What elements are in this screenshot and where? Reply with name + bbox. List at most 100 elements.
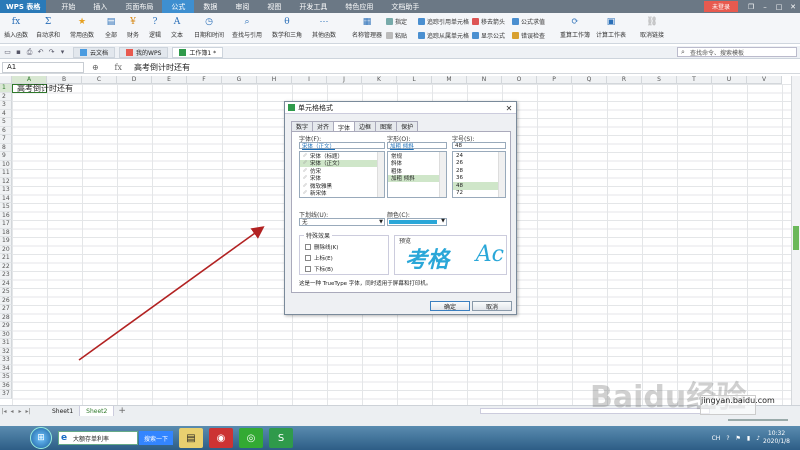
ie-searchbar[interactable]: e 大额存单利率 搜索一下: [58, 428, 174, 448]
row-header[interactable]: 31: [0, 339, 12, 348]
all-functions-button[interactable]: ▤ 全部: [104, 15, 118, 40]
column-header[interactable]: Q: [572, 76, 607, 84]
first-sheet-icon[interactable]: |◂: [0, 408, 8, 415]
column-header[interactable]: B: [47, 76, 82, 84]
menu-tab[interactable]: 审阅: [226, 0, 258, 13]
column-header[interactable]: N: [467, 76, 502, 84]
next-sheet-icon[interactable]: ▸: [16, 408, 24, 415]
menu-tab[interactable]: 数据: [194, 0, 226, 13]
wps-logo[interactable]: WPS 表格: [0, 0, 47, 13]
column-header[interactable]: P: [537, 76, 572, 84]
menu-tab[interactable]: 公式: [162, 0, 195, 13]
font-name-field[interactable]: 宋体（正文）: [299, 142, 385, 150]
formula-input[interactable]: 高考倒计时还有: [134, 62, 190, 73]
menu-tab[interactable]: 文档助手: [382, 0, 428, 13]
row-header[interactable]: 18: [0, 228, 12, 237]
start-button[interactable]: ⊞: [30, 427, 52, 449]
row-header[interactable]: 12: [0, 177, 12, 186]
row-header[interactable]: 3: [0, 101, 12, 110]
row-header[interactable]: 32: [0, 347, 12, 356]
column-header[interactable]: U: [712, 76, 747, 84]
tab-my-wps[interactable]: 我的WPS: [119, 46, 169, 58]
row-header[interactable]: 37: [0, 390, 12, 399]
name-box[interactable]: A1: [2, 61, 84, 73]
insert-function-button[interactable]: fx 插入函数: [4, 15, 28, 40]
tab-cloud-docs[interactable]: 云文档: [73, 46, 116, 58]
datetime-button[interactable]: ◷ 日期和时间: [194, 15, 224, 40]
lookup-button[interactable]: ⌕ 查找与引用: [232, 15, 262, 40]
row-header[interactable]: 28: [0, 313, 12, 322]
help-icon[interactable]: ?: [726, 435, 729, 442]
column-header[interactable]: I: [292, 76, 327, 84]
superscript-checkbox[interactable]: 上标(E): [305, 254, 333, 262]
row-header[interactable]: 23: [0, 271, 12, 280]
cancel-button[interactable]: 取消: [472, 301, 512, 311]
row-header[interactable]: 20: [0, 245, 12, 254]
last-sheet-icon[interactable]: ▸|: [24, 408, 32, 415]
row-header[interactable]: 16: [0, 211, 12, 220]
vertical-scrollbar[interactable]: [791, 76, 800, 405]
menu-tab[interactable]: 插入: [84, 0, 116, 13]
redo-icon[interactable]: ↷: [47, 48, 56, 57]
font-size-field[interactable]: 48: [452, 142, 506, 149]
row-header[interactable]: 6: [0, 126, 12, 135]
column-header[interactable]: L: [397, 76, 432, 84]
column-header[interactable]: C: [82, 76, 117, 84]
column-header[interactable]: J: [327, 76, 362, 84]
recalc-button[interactable]: ⟳ 重算工作簿: [560, 15, 590, 40]
login-button[interactable]: 未登录: [703, 1, 738, 12]
dropdown-icon[interactable]: ▾: [58, 48, 67, 57]
row-header[interactable]: 2: [0, 92, 12, 101]
style-list-scrollbar[interactable]: [439, 152, 446, 197]
row-header[interactable]: 15: [0, 203, 12, 212]
row-header[interactable]: 9: [0, 152, 12, 161]
row-header[interactable]: 29: [0, 322, 12, 331]
dialog-tab[interactable]: 对齐: [312, 121, 335, 131]
dialog-tab[interactable]: 数字: [291, 121, 314, 131]
row-header[interactable]: 19: [0, 237, 12, 246]
column-header[interactable]: F: [187, 76, 222, 84]
sheet-tab[interactable]: Sheet1: [46, 406, 81, 416]
command-search-input[interactable]: ⌕ 查找命令、搜索模板: [677, 47, 797, 57]
font-name-list[interactable]: ␥ 宋体（标题） ␥ 宋体（正文） ␥ 仿宋 ␥ 宋体 ␥ 微软雅黑 ␥ 新宋体: [299, 151, 385, 198]
column-header[interactable]: T: [677, 76, 712, 84]
row-header[interactable]: 14: [0, 194, 12, 203]
row-header[interactable]: 7: [0, 135, 12, 144]
dialog-close-icon[interactable]: ✕: [504, 103, 514, 113]
row-header[interactable]: 36: [0, 381, 12, 390]
column-header[interactable]: E: [152, 76, 187, 84]
print-icon[interactable]: ⎙: [25, 48, 34, 57]
row-header[interactable]: 34: [0, 364, 12, 373]
row-header[interactable]: 24: [0, 279, 12, 288]
scroll-thumb[interactable]: [793, 226, 799, 250]
column-header[interactable]: O: [502, 76, 537, 84]
cancel-link-button[interactable]: ⛓ 取消链接: [640, 15, 664, 40]
tab-workbook[interactable]: 工作簿1 *: [172, 46, 224, 58]
column-header[interactable]: S: [642, 76, 677, 84]
menu-tab[interactable]: 开始: [52, 0, 84, 13]
row-header[interactable]: 5: [0, 118, 12, 127]
strikethrough-checkbox[interactable]: 删除线(K): [305, 243, 338, 251]
row-header[interactable]: 10: [0, 160, 12, 169]
show-formula-button[interactable]: 显示公式: [472, 31, 505, 40]
sheet-tab[interactable]: Sheet2: [80, 406, 115, 416]
math-button[interactable]: θ 数学和三角: [272, 15, 302, 40]
row-header[interactable]: 22: [0, 262, 12, 271]
ok-button[interactable]: 确定: [430, 301, 470, 311]
row-header[interactable]: 35: [0, 373, 12, 382]
network-icon[interactable]: ▮: [747, 435, 750, 442]
column-header[interactable]: V: [747, 76, 782, 84]
trace-dependents-button[interactable]: 追踪从属单元格: [418, 31, 469, 40]
column-header[interactable]: M: [432, 76, 467, 84]
column-header[interactable]: G: [222, 76, 257, 84]
save-icon[interactable]: ▪: [14, 48, 23, 57]
dialog-tab[interactable]: 边框: [354, 121, 377, 131]
undo-icon[interactable]: ↶: [36, 48, 45, 57]
row-header[interactable]: 4: [0, 109, 12, 118]
folder-icon[interactable]: ▭: [3, 48, 12, 57]
prev-sheet-icon[interactable]: ◂: [8, 408, 16, 415]
menu-tab[interactable]: 开发工具: [290, 0, 336, 13]
trace-precedents-button[interactable]: 追踪引用单元格: [418, 17, 469, 26]
calc-sheet-button[interactable]: ▣ 计算工作表: [596, 15, 626, 40]
fx-button[interactable]: fx: [115, 63, 122, 72]
